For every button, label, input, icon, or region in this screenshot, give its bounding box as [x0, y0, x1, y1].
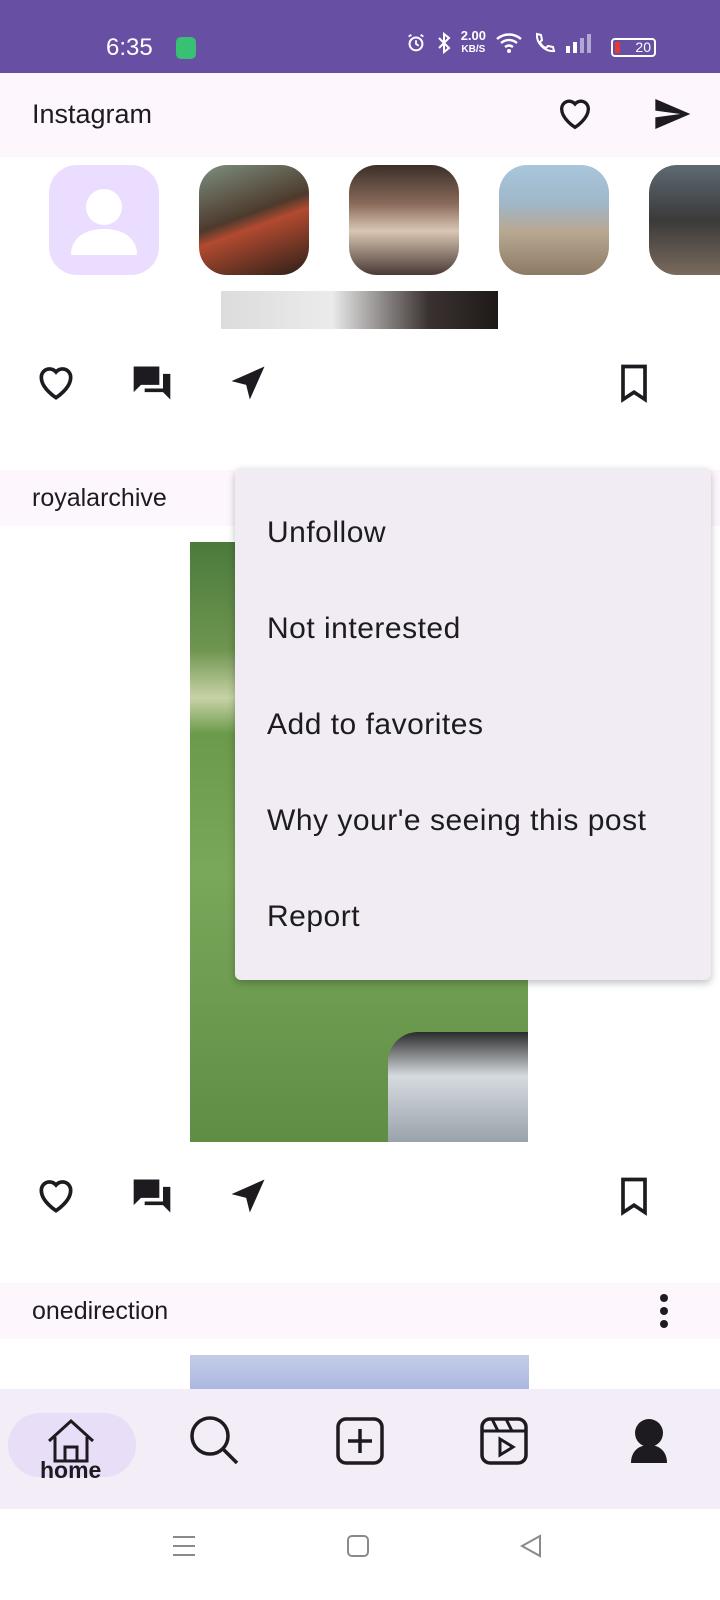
bottom-navigation: home [0, 1389, 720, 1509]
post-actions [0, 349, 720, 409]
post-image[interactable] [221, 291, 498, 329]
profile-icon[interactable] [619, 1411, 679, 1471]
comment-icon[interactable] [130, 1174, 174, 1218]
menu-item-not-interested[interactable]: Not interested [267, 612, 461, 646]
battery-indicator: 20 [611, 38, 656, 57]
reels-icon[interactable] [474, 1411, 534, 1471]
app-bar: Instagram [0, 73, 720, 157]
menu-item-report[interactable]: Report [267, 900, 360, 934]
story-thumbnail[interactable] [499, 165, 609, 275]
menu-item-add-to-favorites[interactable]: Add to favorites [267, 708, 483, 742]
story-thumbnail[interactable] [199, 165, 309, 275]
battery-saver-icon [176, 37, 196, 59]
share-icon[interactable] [226, 1174, 270, 1218]
comment-icon[interactable] [130, 361, 174, 405]
like-icon[interactable] [34, 1174, 78, 1218]
more-vert-icon[interactable] [658, 1293, 670, 1329]
story-thumbnail[interactable] [349, 165, 459, 275]
speed-unit: KB/S [461, 44, 486, 55]
search-icon[interactable] [185, 1411, 245, 1471]
back-icon[interactable] [518, 1533, 544, 1559]
speed-value: 2.00 [460, 28, 486, 43]
network-speed: 2.00 KB/S [460, 28, 486, 56]
signal-icon [566, 34, 591, 53]
call-icon [535, 32, 556, 53]
post-options-menu: Unfollow Not interested Add to favorites… [235, 468, 711, 980]
home-button-icon[interactable] [345, 1533, 371, 1559]
menu-item-why-seeing[interactable]: Why your'e seeing this post [267, 804, 646, 838]
stories-row [0, 157, 720, 283]
bluetooth-icon [437, 31, 451, 55]
share-icon[interactable] [226, 361, 270, 405]
alarm-icon [407, 33, 424, 52]
post-username[interactable]: royalarchive [32, 484, 167, 513]
like-icon[interactable] [34, 361, 78, 405]
story-thumbnail[interactable] [649, 165, 720, 275]
status-bar: 6:35 2.00 KB/S 20 [0, 0, 720, 73]
menu-item-unfollow[interactable]: Unfollow [267, 516, 386, 550]
send-icon[interactable] [652, 94, 692, 134]
bookmark-icon[interactable] [612, 1174, 656, 1218]
wifi-icon [496, 33, 522, 53]
menu-icon[interactable] [171, 1533, 197, 1559]
post-actions [0, 1162, 720, 1222]
post-header: onedirection [0, 1283, 720, 1339]
post-username[interactable]: onedirection [32, 1297, 168, 1326]
story-self-avatar[interactable] [49, 165, 159, 275]
nav-label-home: home [40, 1457, 102, 1483]
heart-outline-icon[interactable] [555, 94, 595, 134]
bookmark-icon[interactable] [612, 361, 656, 405]
app-title: Instagram [32, 99, 153, 129]
status-time: 6:35 [106, 34, 153, 61]
person-placeholder-icon [71, 189, 137, 255]
add-post-icon[interactable] [330, 1411, 390, 1471]
system-navigation [0, 1509, 720, 1600]
